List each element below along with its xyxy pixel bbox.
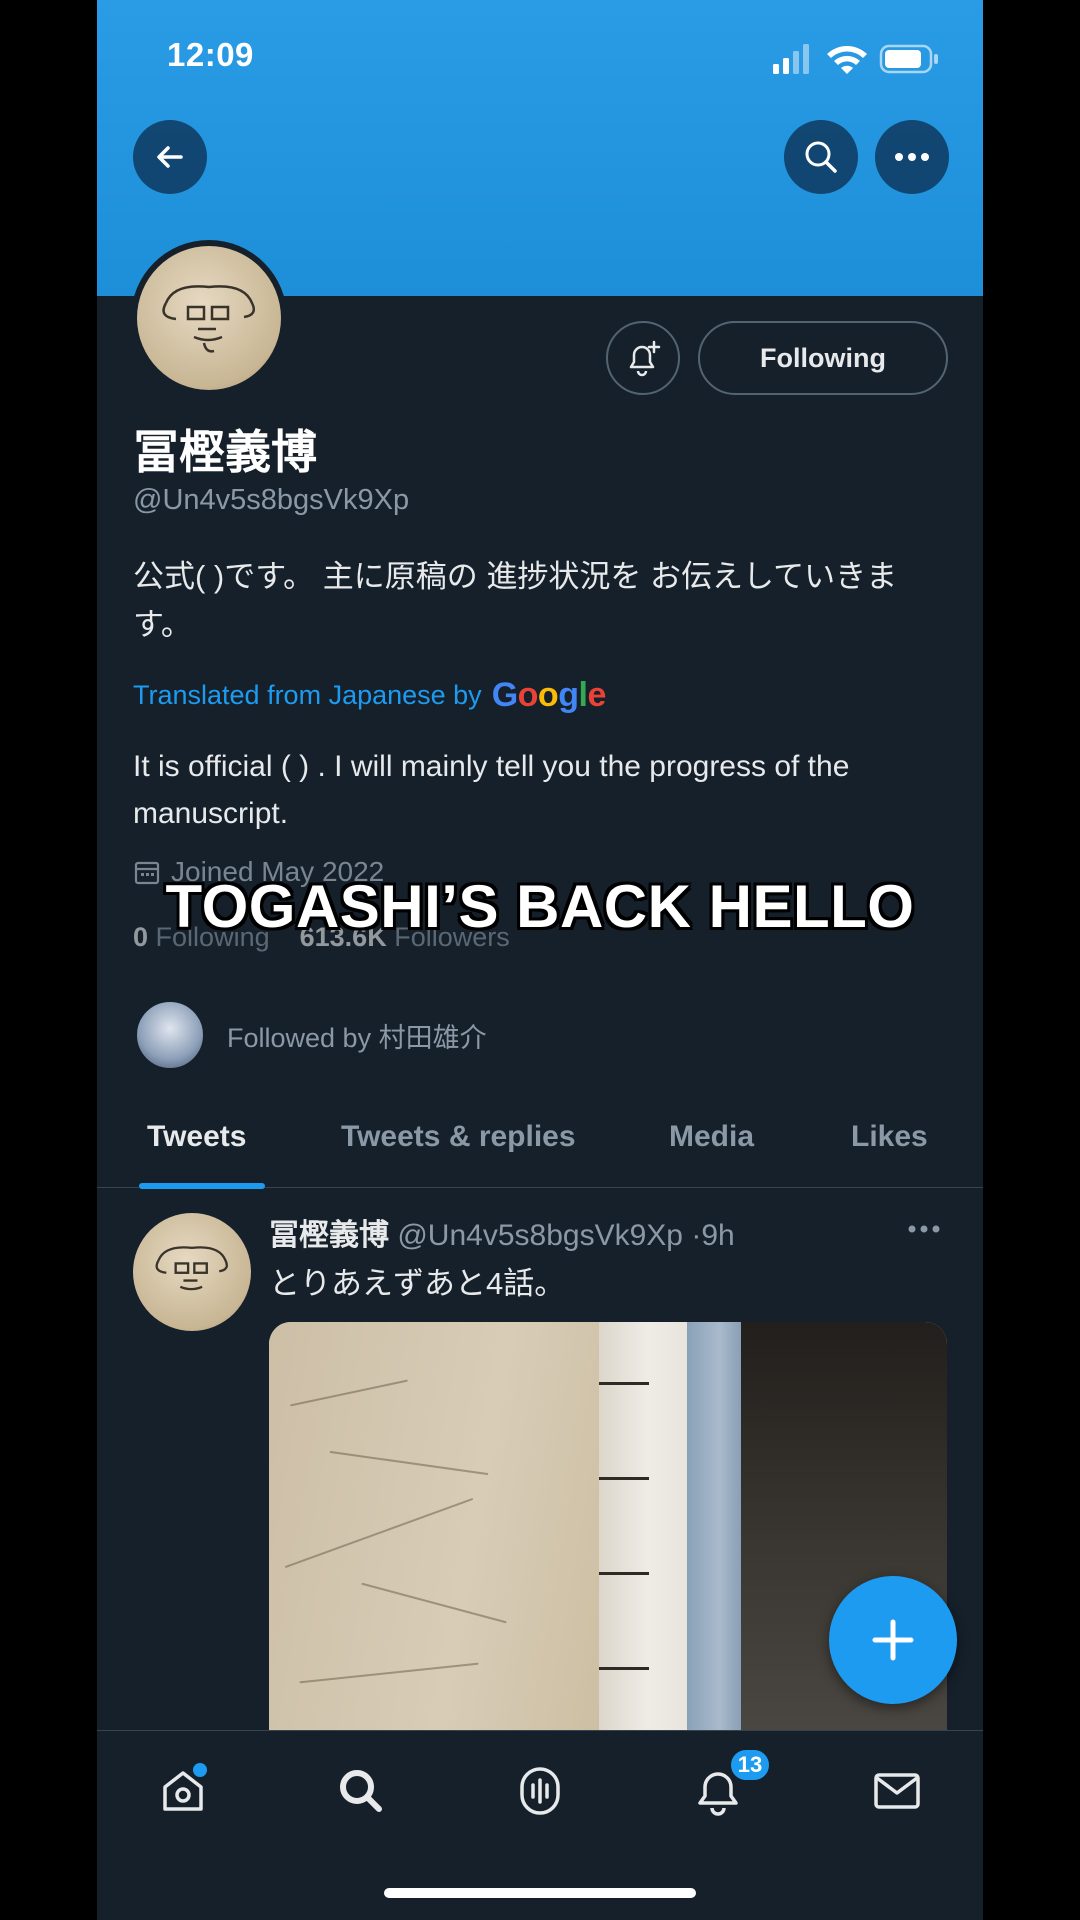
nav-home[interactable]	[151, 1759, 215, 1823]
tab-tweets[interactable]: Tweets	[147, 1120, 246, 1154]
tweet-author-handle: @Un4v5s8bgsVk9Xp	[397, 1219, 683, 1252]
nav-search[interactable]	[329, 1759, 393, 1823]
google-logo: Google	[491, 676, 607, 714]
tweet-avatar[interactable]	[133, 1213, 251, 1331]
ruler-mark	[599, 1572, 649, 1575]
ruler-mark	[599, 1382, 649, 1385]
ruler-mark	[599, 1667, 649, 1670]
home-unread-dot	[193, 1763, 207, 1777]
translation-label: Translated from Japanese by	[133, 680, 482, 710]
profile-display-name: 冨樫義博	[133, 426, 317, 478]
active-tab-indicator	[139, 1183, 265, 1189]
search-icon	[340, 1770, 382, 1812]
search-button[interactable]	[784, 120, 858, 194]
follower-avatar	[135, 1000, 205, 1070]
notifications-toggle-button[interactable]	[606, 321, 680, 395]
profile-bio: 公式( )です。 主に原稿の 進捗状況を お伝えしていきます。	[133, 559, 898, 642]
envelope-icon	[874, 1773, 920, 1809]
tab-likes[interactable]: Likes	[851, 1120, 928, 1154]
video-caption-overlay: TOGASHI’S BACK HELLO	[165, 873, 915, 940]
plus-icon	[872, 1619, 914, 1661]
translation-attribution[interactable]: Translated from Japanese by Google	[133, 676, 606, 715]
sketch-face-icon	[155, 1246, 228, 1291]
tweet-author-name[interactable]: 冨樫義博	[269, 1219, 389, 1252]
profile-handle: @Un4v5s8bgsVk9Xp	[133, 484, 410, 516]
back-button[interactable]	[133, 120, 207, 194]
profile-bio-translated: It is official ( ) . I will mainly tell …	[133, 750, 850, 830]
tweet-header: 冨樫義博 @Un4v5s8bgsVk9Xp ·9h	[269, 1210, 735, 1254]
manuscript-paper	[269, 1322, 599, 1732]
nav-messages[interactable]	[865, 1759, 929, 1823]
home-indicator[interactable]	[384, 1888, 696, 1898]
tweet-text: とりあえずあと4話。	[269, 1266, 566, 1301]
ruler-mark	[599, 1477, 649, 1480]
spaces-microphone-icon	[520, 1767, 560, 1815]
sketch-face-icon	[162, 285, 255, 353]
status-time: 12:09	[167, 36, 254, 73]
phone-screen: 12:09 Following 冨樫義博 @Un4v5s8bgsVk9Xp 公式…	[97, 0, 983, 1920]
tab-tweets-and-replies[interactable]: Tweets & replies	[341, 1120, 576, 1154]
notifications-badge: 13	[728, 1747, 772, 1783]
nav-spaces[interactable]	[508, 1759, 572, 1823]
status-icons	[773, 40, 943, 76]
followed-by[interactable]: Followed by 村田雄介	[135, 1000, 487, 1070]
arrow-left-icon	[157, 146, 183, 168]
following-button[interactable]: Following	[698, 321, 948, 395]
bell-plus-icon	[629, 340, 661, 377]
avatar-image	[137, 246, 281, 390]
more-horizontal-icon	[895, 153, 929, 161]
more-horizontal-icon	[908, 1225, 940, 1233]
profile-tabs: Tweets Tweets & replies Media Likes	[97, 1108, 983, 1189]
compose-tweet-button[interactable]	[829, 1576, 957, 1704]
search-icon	[805, 141, 837, 173]
nav-notifications[interactable]: 13	[686, 1747, 772, 1823]
tweet-more-button[interactable]	[907, 1208, 941, 1242]
followed-by-text: Followed by 村田雄介	[227, 1022, 487, 1053]
profile-avatar[interactable]	[131, 240, 287, 396]
tweet-separator: ·	[691, 1219, 702, 1252]
more-options-button[interactable]	[875, 120, 949, 194]
tab-media[interactable]: Media	[669, 1120, 754, 1154]
signal-wifi-battery-icon	[773, 44, 938, 74]
tweet-time: 9h	[701, 1219, 735, 1252]
